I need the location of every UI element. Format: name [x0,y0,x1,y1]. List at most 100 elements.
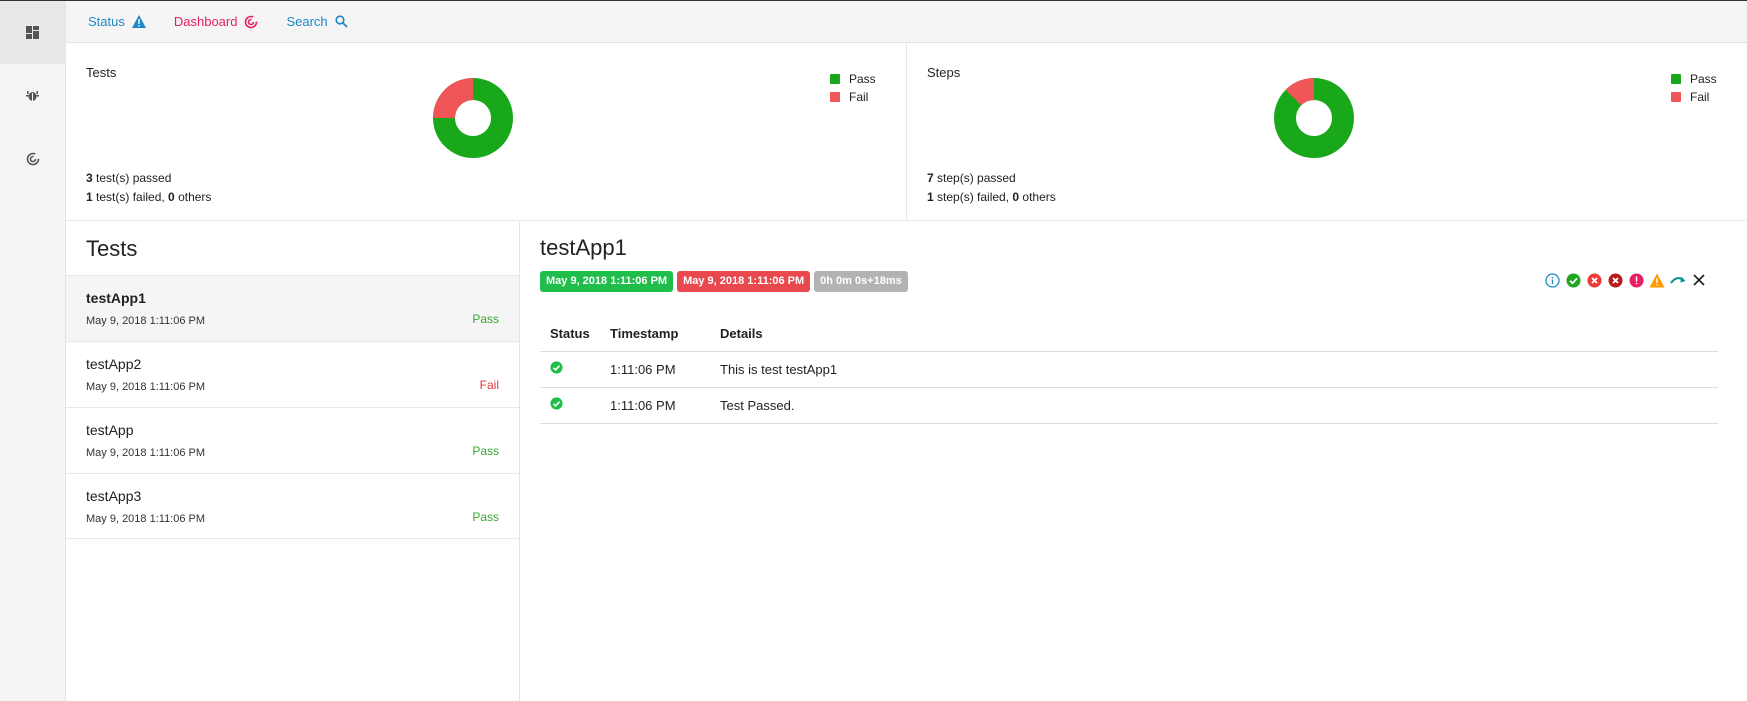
legend-fail-swatch [830,92,840,102]
dashboard-spiral-icon [26,152,39,165]
skip-icon[interactable] [1670,272,1686,288]
legend-pass-swatch [830,74,840,84]
legend-pass-label: Pass [849,72,876,86]
test-status: Pass [472,510,499,524]
info-icon[interactable] [1544,272,1560,288]
sidebar-item-dashboard[interactable] [0,127,65,190]
tests-others-text: others [174,190,212,204]
log-table-header: Status Timestamp Details [540,317,1718,352]
log-details: This is test testApp1 [710,351,1718,388]
steps-donut-chart [1274,78,1354,158]
error-icon[interactable] [1628,272,1644,288]
dashboard-spiral-icon [245,15,258,28]
log-row: 1:11:06 PM Test Passed. [540,387,1718,424]
tests-heading: Tests [86,236,138,261]
nav-dashboard-link[interactable]: Dashboard [174,14,259,29]
test-status: Pass [472,444,499,458]
pass-check-icon [550,397,563,410]
nav-dashboard-label: Dashboard [173,14,238,29]
steps-others-text: others [1019,190,1056,204]
warning-icon[interactable] [1649,272,1665,288]
status-filters [1539,272,1707,288]
legend-pass: Pass [830,70,876,88]
steps-failed-line: 1 step(s) failed, 0 others [927,190,1056,204]
legend-pass: Pass [1671,70,1717,88]
log-status [540,387,600,424]
test-item[interactable]: testApp3 May 9, 2018 1:11:06 PM Pass [66,473,519,539]
log-row: 1:11:06 PM This is test testApp1 [540,351,1718,388]
detail-badges: May 9, 2018 1:11:06 PM May 9, 2018 1:11:… [540,271,912,292]
tests-failed-text: test(s) failed, [92,190,169,204]
test-item[interactable]: testApp2 May 9, 2018 1:11:06 PM Fail [66,341,519,407]
tests-legend: Pass Fail [830,70,876,106]
log-table: Status Timestamp Details 1:11:06 PM This… [540,317,1718,424]
tests-others-count: 0 [168,190,175,204]
end-time-badge: May 9, 2018 1:11:06 PM [677,271,811,292]
search-icon [335,15,348,28]
test-detail-pane: testApp1 May 9, 2018 1:11:06 PM May 9, 2… [521,222,1747,701]
log-timestamp: 1:11:06 PM [600,387,710,424]
steps-summary-title: Steps [927,65,961,80]
test-date: May 9, 2018 1:11:06 PM [86,381,206,393]
legend-fail-label: Fail [849,90,869,104]
sidebar [0,1,66,701]
tests-passed-text: test(s) passed [92,171,172,185]
test-date: May 9, 2018 1:11:06 PM [86,513,206,525]
tests-failed-line: 1 test(s) failed, 0 others [86,190,211,204]
clear-icon[interactable] [1691,272,1707,288]
tests-failed-count: 1 [86,190,93,204]
tests-donut-chart [433,78,513,158]
column-header-timestamp: Timestamp [600,317,710,352]
test-date: May 9, 2018 1:11:06 PM [86,315,206,327]
steps-passed-text: step(s) passed [933,171,1016,185]
legend-pass-swatch [1671,74,1681,84]
nav-search-link[interactable]: Search [286,14,348,29]
tests-passed-line: 3 test(s) passed [86,171,171,185]
legend-fail: Fail [830,88,876,106]
test-name: testApp2 [86,356,142,372]
steps-failed-count: 1 [927,190,934,204]
tests-list-pane: Tests testApp1 May 9, 2018 1:11:06 PM Pa… [66,222,520,701]
column-header-status: Status [540,317,600,352]
test-name: testApp3 [86,488,142,504]
test-list: testApp1 May 9, 2018 1:11:06 PM Pass tes… [66,275,519,539]
nav-status-link[interactable]: Status [88,14,146,29]
bug-icon [26,91,39,101]
test-item[interactable]: testApp May 9, 2018 1:11:06 PM Pass [66,407,519,473]
duration-badge: 0h 0m 0s+18ms [814,271,908,292]
legend-fail-label: Fail [1690,90,1710,104]
legend-fail: Fail [1671,88,1717,106]
pass-check-icon [550,361,563,374]
sidebar-item-dashboard-view[interactable] [0,1,65,64]
detail-title: testApp1 [540,235,627,260]
nav-search-label: Search [286,14,328,29]
legend-fail-swatch [1671,92,1681,102]
dashboard-grid-icon [26,26,39,39]
nav-status-label: Status [88,14,125,29]
log-details: Test Passed. [710,387,1718,424]
pass-icon[interactable] [1565,272,1581,288]
legend-pass-label: Pass [1690,72,1717,86]
fail-icon[interactable] [1586,272,1602,288]
log-timestamp: 1:11:06 PM [600,351,710,388]
steps-passed-count: 7 [927,171,934,185]
fatal-icon[interactable] [1607,272,1623,288]
sidebar-item-bug[interactable] [0,64,65,127]
tests-summary-panel: Tests Pass Fail 3 test(s) passed 1 test(… [66,43,907,221]
steps-failed-text: step(s) failed, [933,190,1013,204]
test-status: Pass [472,312,499,326]
tests-passed-count: 3 [86,171,93,185]
column-header-details: Details [710,317,1718,352]
steps-passed-line: 7 step(s) passed [927,171,1016,185]
steps-legend: Pass Fail [1671,70,1717,106]
test-name: testApp1 [86,290,146,306]
test-status: Fail [479,378,499,392]
tests-summary-title: Tests [86,65,117,80]
test-item[interactable]: testApp1 May 9, 2018 1:11:06 PM Pass [66,275,519,341]
test-name: testApp [86,422,134,438]
log-status [540,351,600,388]
warning-icon [131,15,146,28]
start-time-badge: May 9, 2018 1:11:06 PM [540,271,674,292]
test-date: May 9, 2018 1:11:06 PM [86,447,206,459]
top-nav: Status Dashboard Search [66,1,1747,43]
